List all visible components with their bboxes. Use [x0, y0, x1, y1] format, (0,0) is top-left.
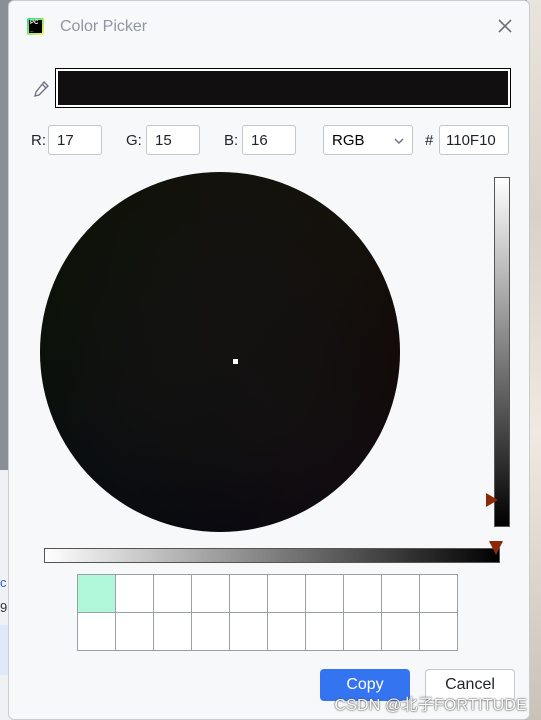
empty-color-swatch[interactable]	[192, 575, 230, 613]
g-label: G:	[126, 132, 142, 149]
opacity-slider-thumb[interactable]	[489, 541, 503, 555]
empty-color-swatch[interactable]	[154, 575, 192, 613]
opacity-slider[interactable]	[44, 548, 500, 563]
empty-color-swatch[interactable]	[420, 613, 458, 651]
color-mode-value: RGB	[332, 132, 365, 149]
title-bar: PC _ Color Picker	[9, 1, 529, 55]
dialog-title: Color Picker	[60, 18, 148, 35]
empty-color-swatch[interactable]	[78, 613, 116, 651]
color-wheel-marker[interactable]	[233, 359, 238, 364]
recent-color-swatch[interactable]	[78, 575, 116, 613]
empty-color-swatch[interactable]	[116, 575, 154, 613]
empty-color-swatch[interactable]	[306, 575, 344, 613]
empty-color-swatch[interactable]	[306, 613, 344, 651]
watermark-text: CSDN @北子FORTITUDE	[334, 697, 527, 714]
chevron-down-icon	[394, 138, 404, 144]
color-preview	[55, 68, 511, 108]
empty-color-swatch[interactable]	[344, 575, 382, 613]
recent-colors-grid	[77, 574, 458, 651]
color-picker-dialog: PC _ Color Picker R: 17 G: 15 B: 16 RGB #…	[8, 0, 530, 720]
pycharm-app-icon: PC _	[27, 18, 44, 35]
color-mode-select[interactable]: RGB	[323, 125, 413, 155]
color-preview-fill	[58, 71, 508, 105]
empty-color-swatch[interactable]	[116, 613, 154, 651]
empty-color-swatch[interactable]	[382, 575, 420, 613]
eyedropper-icon[interactable]	[31, 79, 51, 99]
empty-color-swatch[interactable]	[154, 613, 192, 651]
empty-color-swatch[interactable]	[344, 613, 382, 651]
color-wheel[interactable]	[40, 172, 400, 532]
g-input[interactable]: 15	[146, 125, 200, 155]
empty-color-swatch[interactable]	[382, 613, 420, 651]
brightness-slider[interactable]	[494, 177, 510, 527]
b-input[interactable]: 16	[242, 125, 296, 155]
empty-color-swatch[interactable]	[192, 613, 230, 651]
color-wheel-brightness-overlay	[40, 172, 400, 532]
empty-color-swatch[interactable]	[268, 613, 306, 651]
empty-color-swatch[interactable]	[420, 575, 458, 613]
empty-color-swatch[interactable]	[230, 613, 268, 651]
b-label: B:	[224, 132, 239, 149]
empty-color-swatch[interactable]	[230, 575, 268, 613]
close-icon[interactable]	[495, 16, 515, 36]
hex-input[interactable]: 110F10	[439, 125, 509, 155]
hex-label: #	[425, 132, 434, 149]
r-input[interactable]: 17	[48, 125, 102, 155]
r-label: R:	[31, 132, 46, 149]
brightness-slider-thumb[interactable]	[486, 493, 498, 507]
empty-color-swatch[interactable]	[268, 575, 306, 613]
